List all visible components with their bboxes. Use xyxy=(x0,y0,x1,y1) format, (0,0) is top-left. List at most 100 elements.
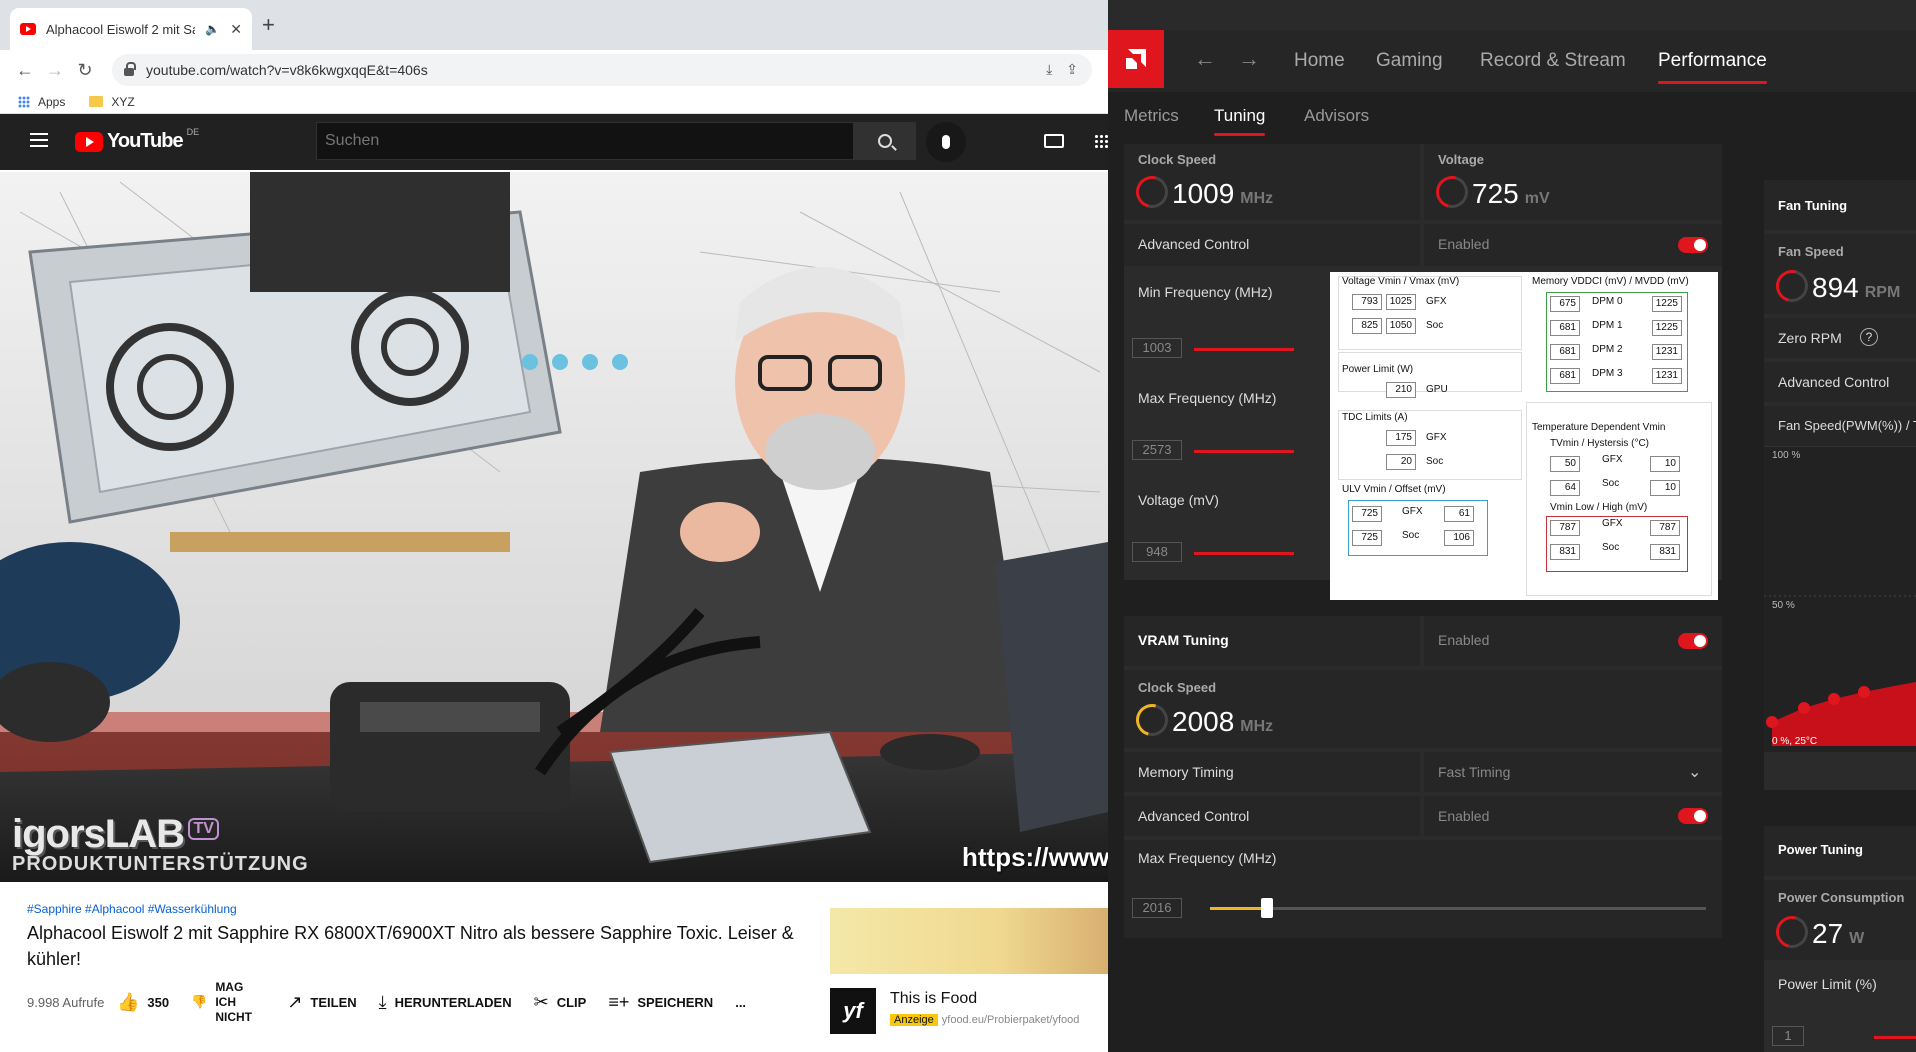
dpm0-vddci-input[interactable]: 675 xyxy=(1550,296,1580,312)
ad-title[interactable]: This is Food xyxy=(890,990,977,1008)
close-tab-icon[interactable]: ✕ xyxy=(230,21,242,38)
download-button[interactable]: ⤓ HERUNTERLADEN xyxy=(379,992,512,1013)
bookmark-xyz[interactable]: XYZ xyxy=(111,95,134,109)
search-input[interactable] xyxy=(316,122,854,160)
share-icon[interactable]: ⇪ xyxy=(1066,61,1078,78)
menu-icon[interactable] xyxy=(30,133,48,147)
v-gfx-max-input[interactable]: 1025 xyxy=(1386,294,1416,310)
v-soc-min-input[interactable]: 825 xyxy=(1352,318,1382,334)
youtube-logo[interactable]: YouTube DE xyxy=(75,127,199,153)
tab-metrics[interactable]: Metrics xyxy=(1124,106,1179,126)
voltage-mv-input[interactable]: 948 xyxy=(1132,542,1182,562)
vram-advanced-toggle[interactable] xyxy=(1678,808,1708,824)
tdc-soc-input[interactable]: 20 xyxy=(1386,454,1416,470)
power-limit-w-input[interactable]: 210 xyxy=(1386,382,1416,398)
save-button[interactable]: ≡+ SPEICHERN xyxy=(608,992,713,1013)
vmin-low-high-title: Vmin Low / High (mV) xyxy=(1550,502,1648,513)
max-frequency-input[interactable]: 2573 xyxy=(1132,440,1182,460)
tvmin-gfx-input[interactable]: 50 xyxy=(1550,456,1580,472)
dpm3-mvdd-input[interactable]: 1231 xyxy=(1652,368,1682,384)
reload-icon[interactable]: ↻ xyxy=(70,60,100,81)
power-limit-input[interactable]: 1 xyxy=(1772,1026,1804,1046)
more-button[interactable]: ... xyxy=(735,995,746,1010)
vram-slider-thumb[interactable] xyxy=(1261,898,1274,918)
dpm1-vddci-input[interactable]: 681 xyxy=(1550,320,1580,336)
voice-search-button[interactable] xyxy=(926,122,966,162)
browser-tab[interactable]: Alphacool Eiswolf 2 mit Sapp 🔈 ✕ xyxy=(10,8,252,50)
hysteresis-soc-input[interactable]: 10 xyxy=(1650,480,1680,496)
back-arrow-icon[interactable]: ← xyxy=(10,60,40,81)
v-soc-max-input[interactable]: 1050 xyxy=(1386,318,1416,334)
speaker-icon[interactable]: 🔈 xyxy=(205,22,220,36)
ulv-gfx-offset-input[interactable]: 61 xyxy=(1444,506,1474,522)
memory-timing-value: Fast Timing xyxy=(1438,764,1511,780)
ulv-soc-vmin-input[interactable]: 725 xyxy=(1352,530,1382,546)
power-title-row: Power Tuning xyxy=(1764,826,1916,876)
fan-point-0[interactable] xyxy=(1766,716,1778,728)
fan-curve-chart[interactable]: 100 % 50 % 0 %, 25°C xyxy=(1764,446,1916,752)
nav-gaming[interactable]: Gaming xyxy=(1376,50,1443,72)
back-arrow-icon[interactable]: ← xyxy=(1194,46,1216,72)
ulv-soc-offset-input[interactable]: 106 xyxy=(1444,530,1474,546)
tvmin-title: TVmin / Hystersis (°C) xyxy=(1550,438,1649,449)
like-button[interactable]: 👍 350 xyxy=(117,992,169,1013)
new-tab-button[interactable]: + xyxy=(262,14,275,36)
advanced-control-toggle[interactable] xyxy=(1678,237,1708,253)
apps-icon[interactable] xyxy=(1094,134,1108,148)
video-player[interactable]: igorsLAB TV PRODUKTUNTERSTÜTZUNG https:/… xyxy=(0,172,1108,882)
ulv-gfx-vmin-input[interactable]: 725 xyxy=(1352,506,1382,522)
vmin-low-gfx-input[interactable]: 787 xyxy=(1550,520,1580,536)
vmin-low-soc-input[interactable]: 831 xyxy=(1550,544,1580,560)
nav-performance[interactable]: Performance xyxy=(1658,50,1767,84)
ad-logo[interactable]: yf xyxy=(830,988,876,1034)
dpm2-vddci-input[interactable]: 681 xyxy=(1550,344,1580,360)
tab-tuning[interactable]: Tuning xyxy=(1214,106,1266,136)
forward-arrow-icon[interactable]: → xyxy=(40,60,70,81)
amd-logo-icon[interactable] xyxy=(1108,30,1164,88)
tvmin-soc-input[interactable]: 64 xyxy=(1550,480,1580,496)
tab-advisors[interactable]: Advisors xyxy=(1304,106,1369,126)
dpm0-mvdd-input[interactable]: 1225 xyxy=(1652,296,1682,312)
dpm3-vddci-input[interactable]: 681 xyxy=(1550,368,1580,384)
vmin-high-soc-input[interactable]: 831 xyxy=(1650,544,1680,560)
apps-grid-icon[interactable] xyxy=(18,95,30,108)
memory-timing-dropdown[interactable]: Fast Timing ⌄ xyxy=(1424,752,1722,792)
voltage-gauge-icon xyxy=(1430,170,1474,214)
v-gfx-min-input[interactable]: 793 xyxy=(1352,294,1382,310)
bookmark-apps[interactable]: Apps xyxy=(38,95,65,109)
voltage-title: Voltage Vmin / Vmax (mV) xyxy=(1342,276,1460,287)
hashtags[interactable]: #Sapphire #Alphacool #Wasserkühlung xyxy=(27,902,237,916)
dpm1-mvdd-input[interactable]: 1225 xyxy=(1652,320,1682,336)
vram-max-frequency-input[interactable]: 2016 xyxy=(1132,898,1182,918)
fan-point-3[interactable] xyxy=(1858,686,1870,698)
dislike-button[interactable]: 👎 MAG ICH NICHT xyxy=(191,980,265,1025)
fan-curve-svg xyxy=(1764,446,1916,746)
fan-point-2[interactable] xyxy=(1828,693,1840,705)
create-video-icon[interactable] xyxy=(1044,134,1064,148)
voltage-mv-slider[interactable] xyxy=(1194,552,1294,555)
hysteresis-gfx-input[interactable]: 10 xyxy=(1650,456,1680,472)
vram-slider-track[interactable] xyxy=(1210,907,1706,910)
min-frequency-input[interactable]: 1003 xyxy=(1132,338,1182,358)
address-bar[interactable]: youtube.com/watch?v=v8k6kwgxqqE&t=406s ⤓… xyxy=(112,54,1092,86)
search-button[interactable] xyxy=(854,122,916,160)
share-button[interactable]: ↗ TEILEN xyxy=(287,992,356,1013)
vmin-high-gfx-input[interactable]: 787 xyxy=(1650,520,1680,536)
dpm2-mvdd-input[interactable]: 1231 xyxy=(1652,344,1682,360)
help-icon[interactable]: ? xyxy=(1860,328,1878,346)
vram-advanced-enabled: Enabled xyxy=(1438,808,1490,824)
clip-label: CLIP xyxy=(556,994,587,1010)
power-limit-slider[interactable] xyxy=(1874,1036,1916,1039)
max-frequency-slider[interactable] xyxy=(1194,450,1294,453)
ad-banner-image[interactable] xyxy=(830,908,1108,974)
tdc-gfx-input[interactable]: 175 xyxy=(1386,430,1416,446)
install-icon[interactable]: ⤓ xyxy=(1046,61,1052,78)
folder-icon[interactable] xyxy=(89,96,104,107)
forward-arrow-icon[interactable]: → xyxy=(1238,46,1260,72)
min-frequency-slider[interactable] xyxy=(1194,348,1294,351)
nav-record-stream[interactable]: Record & Stream xyxy=(1480,50,1626,72)
clip-button[interactable]: ✂ CLIP xyxy=(534,992,587,1013)
fan-point-1[interactable] xyxy=(1798,702,1810,714)
nav-home[interactable]: Home xyxy=(1294,50,1345,72)
vram-toggle[interactable] xyxy=(1678,633,1708,649)
